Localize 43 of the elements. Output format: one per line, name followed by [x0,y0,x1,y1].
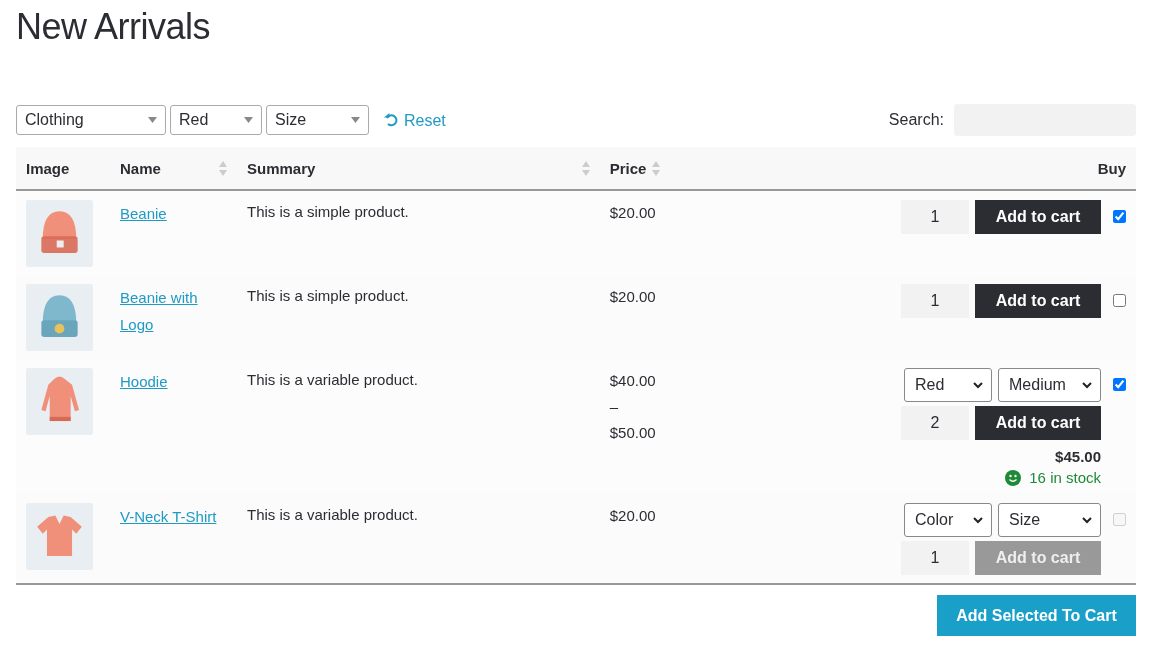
search-label: Search: [888,111,944,129]
product-price: $20.00 [609,506,656,526]
caret-icon [148,117,157,123]
column-header[interactable]: Price [599,147,671,190]
select-checkbox[interactable] [1113,210,1126,223]
add-to-cart-button[interactable]: Add to cart [975,406,1101,440]
filter-dropdown[interactable]: Clothing [16,105,166,135]
undo-icon [383,113,399,127]
sort-icon[interactable] [652,160,661,176]
product-summary: This is a variable product. [247,371,418,388]
product-summary: This is a simple product. [247,203,409,220]
filter-dropdown[interactable]: Size [266,105,369,135]
stock-status: 16 in stock [1029,469,1101,486]
variation-select[interactable]: Red [904,368,992,402]
column-header[interactable]: Summary [237,147,600,190]
product-price: $20.00 [609,287,656,307]
sort-icon[interactable] [581,160,590,176]
smiley-icon [1005,469,1022,486]
caret-icon [244,117,253,123]
column-header[interactable]: Name [110,147,237,190]
select-checkbox[interactable] [1113,294,1126,307]
quantity-field[interactable]: 1 [901,284,969,318]
chevron-icon [1082,516,1092,524]
column-header[interactable]: Image [16,147,110,190]
variation-price: $45.00 [1055,448,1101,465]
product-price: $40.00 – $50.00 [609,371,656,443]
add-to-cart-button[interactable]: Add to cart [975,284,1101,318]
sort-icon[interactable] [219,160,227,176]
quantity-field[interactable]: 2 [901,406,969,440]
add-to-cart-button[interactable]: Add to cart [975,200,1101,234]
chevron-icon [973,516,983,524]
chevron-icon [1082,381,1092,389]
page-title: New Arrivals [16,5,212,49]
chevron-icon [973,381,983,389]
variation-select[interactable]: Medium [998,368,1101,402]
select-checkbox[interactable] [1113,378,1126,391]
product-summary: This is a simple product. [247,287,409,304]
column-header[interactable]: Buy [670,147,1136,190]
product-price: $20.00 [609,203,656,223]
caret-icon [351,117,360,123]
product-summary: This is a variable product. [247,506,418,523]
filter-dropdown[interactable]: Red [170,105,262,135]
quantity-field[interactable]: 1 [901,200,969,234]
